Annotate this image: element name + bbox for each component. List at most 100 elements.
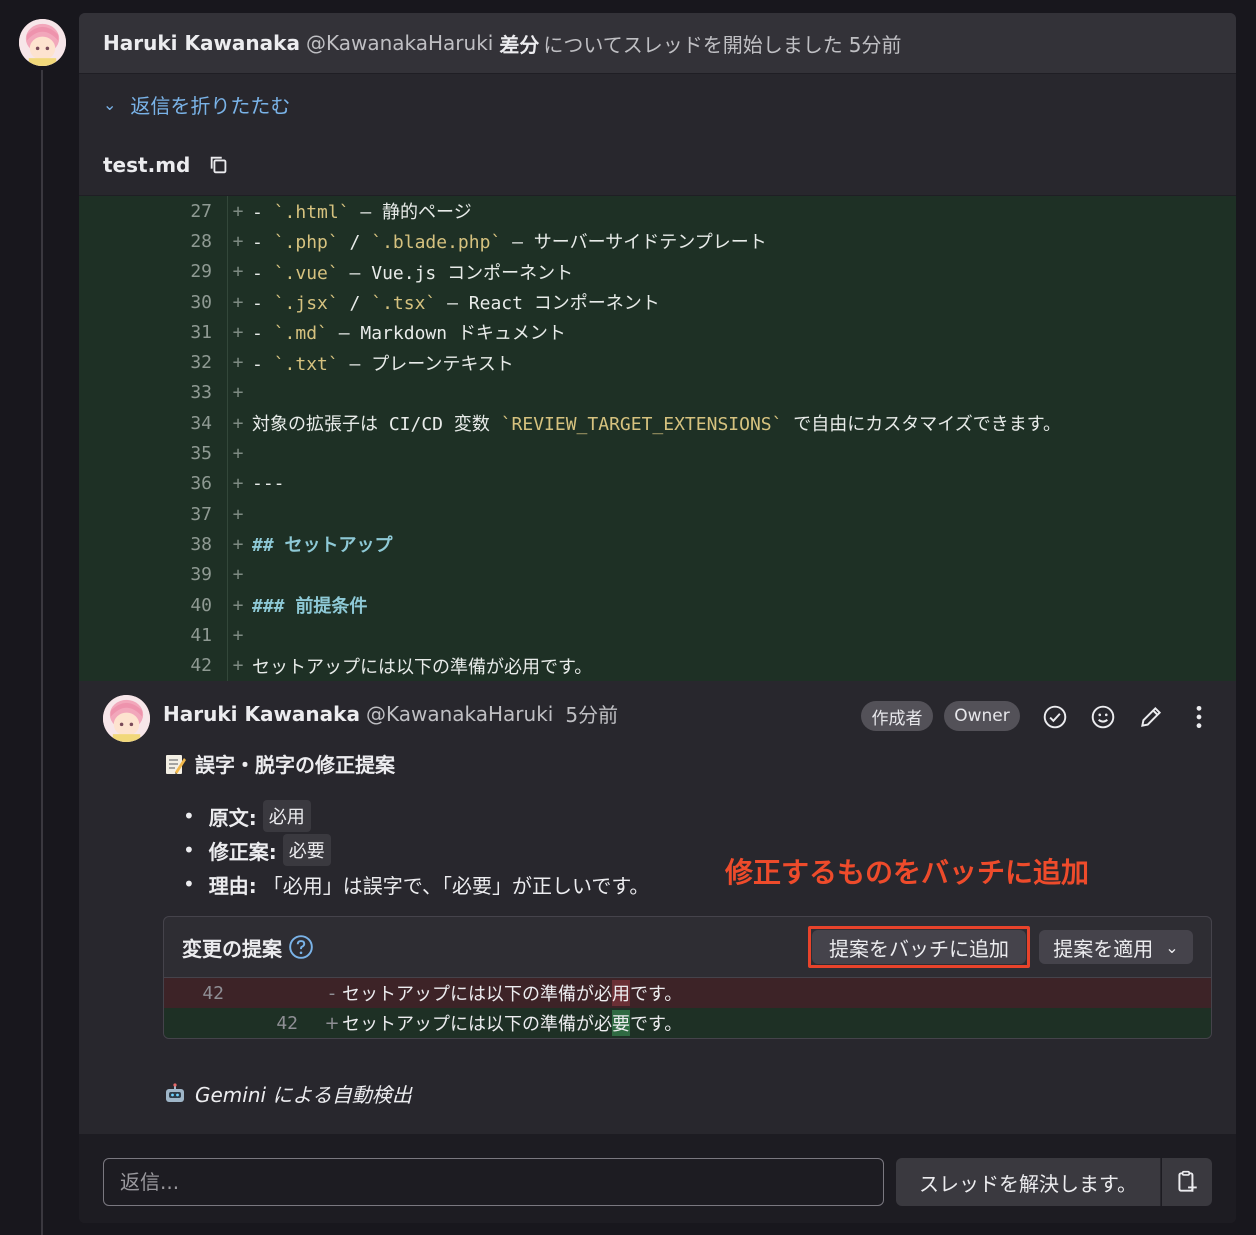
file-header: test.md bbox=[79, 134, 1236, 196]
reply-input[interactable] bbox=[103, 1158, 884, 1206]
diff-view: 27 + - `.html` — 静的ページ 28 + - `.php` / `.blad… bbox=[79, 196, 1236, 681]
comment-author-handle[interactable]: @KawanakaHaruki bbox=[366, 702, 553, 726]
avatar[interactable] bbox=[19, 19, 66, 66]
diff-line: 37 + bbox=[79, 499, 1236, 529]
more-actions-button[interactable] bbox=[1185, 703, 1213, 731]
added-text-changed: 要 bbox=[612, 1010, 630, 1036]
timeline-line bbox=[41, 70, 43, 1235]
suggested-text-code: 必要 bbox=[282, 834, 331, 866]
comment-details-list: 原文: 必用 修正案: 必要 理由: 「必用」は誤字で、「必要」が正しいです。 bbox=[183, 799, 649, 901]
clipboard-add-icon bbox=[1178, 1170, 1197, 1192]
diff-line-text: 対象の拡張子は CI/CD 変数 `REVIEW_TARGET_EXTENSIO… bbox=[252, 414, 1061, 436]
diff-line: 41 + bbox=[79, 620, 1236, 650]
list-item: 理由: 「必用」は誤字で、「必要」が正しいです。 bbox=[183, 867, 650, 901]
diff-line-text: - `.html` — 静的ページ bbox=[252, 202, 472, 224]
thread-author-handle[interactable]: @KawanakaHaruki bbox=[306, 31, 493, 55]
diff-line: 33 + bbox=[79, 378, 1236, 408]
diff-line-text: --- bbox=[252, 473, 285, 495]
thread-action-text: についてスレッドを開始しました bbox=[543, 32, 843, 57]
diff-line: 29 + - `.vue` — Vue.js コンポーネント bbox=[79, 257, 1236, 287]
comment-title-text: 誤字・脱字の修正提案 bbox=[195, 753, 395, 777]
diff-line-text: - `.md` — Markdown ドキュメント bbox=[252, 323, 566, 345]
added-text-after: です。 bbox=[630, 1014, 683, 1035]
thread-diff-link[interactable]: 差分 bbox=[499, 29, 539, 58]
reason-text: 「必用」は誤字で、「必要」が正しいです。 bbox=[262, 873, 650, 898]
diff-line-text: セットアップには以下の準備が必用です。 bbox=[252, 656, 593, 678]
diff-line-text: ### 前提条件 bbox=[252, 596, 368, 617]
list-item-key: 理由: bbox=[208, 873, 257, 898]
comment-header: Haruki Kawanaka @KawanakaHaruki 5分前 bbox=[163, 699, 630, 728]
annotation-label: 修正するものをバッチに追加 bbox=[725, 856, 1090, 889]
list-item: 修正案: 必要 bbox=[183, 833, 649, 867]
diff-line: 32 + - `.txt` — プレーンテキスト bbox=[79, 347, 1236, 377]
diff-line-text: - `.txt` — プレーンテキスト bbox=[252, 353, 514, 375]
removed-marker: - bbox=[328, 982, 336, 1004]
diff-line: 34 + 対象の拡張子は CI/CD 変数 `REVIEW_TARGET_EXTEN… bbox=[79, 408, 1236, 438]
diff-line: 42 + セットアップには以下の準備が必用です。 bbox=[79, 650, 1236, 680]
resolve-and-create-issue-button[interactable] bbox=[1162, 1158, 1212, 1206]
help-icon[interactable] bbox=[288, 934, 314, 960]
comment-title: 誤字・脱字の修正提案 bbox=[163, 749, 395, 778]
copy-icon[interactable] bbox=[208, 154, 230, 176]
robot-icon bbox=[166, 1082, 184, 1102]
auto-detect-note: Gemini による自動検出 bbox=[163, 1079, 412, 1108]
removed-text-before: セットアップには以下の準備が必 bbox=[342, 984, 612, 1005]
comment: Haruki Kawanaka @KawanakaHaruki 5分前 作成者 … bbox=[79, 681, 1236, 1133]
avatar-image bbox=[103, 695, 150, 742]
suggestion-removed-line: 42 - セットアップには以下の準備が必用です。 bbox=[164, 978, 1211, 1008]
auto-detect-text: Gemini による自動検出 bbox=[195, 1083, 412, 1107]
suggestion-box: 変更の提案 提案をバッチに追加 提案を適用 ⌄ 42 - セットアップには以下の… bbox=[163, 916, 1212, 1039]
apply-suggestion-button[interactable]: 提案を適用 ⌄ bbox=[1039, 930, 1193, 964]
comment-avatar[interactable] bbox=[103, 695, 150, 742]
removed-text-changed: 用 bbox=[612, 980, 630, 1006]
list-item: 原文: 必用 bbox=[183, 799, 649, 833]
discussion-thread: Haruki Kawanaka @KawanakaHaruki 差分 についてス… bbox=[79, 13, 1236, 1223]
avatar-image bbox=[19, 19, 66, 66]
edit-comment-button[interactable] bbox=[1137, 703, 1165, 731]
diff-line: 28 + - `.php` / `.blade.php` — サーバーサイドテンプレ… bbox=[79, 226, 1236, 256]
smiley-icon bbox=[1091, 705, 1115, 729]
owner-badge: Owner bbox=[944, 701, 1020, 731]
new-line-number: 42 bbox=[276, 1012, 298, 1034]
diff-line: 36 + --- bbox=[79, 469, 1236, 499]
kebab-menu-icon bbox=[1196, 705, 1202, 729]
resolve-thread-button[interactable]: スレッドを解決します。 bbox=[896, 1158, 1161, 1206]
diff-line: 30 + - `.jsx` / `.tsx` — React コンポーネント bbox=[79, 287, 1236, 317]
collapse-replies-label: 返信を折りたたむ bbox=[130, 93, 291, 118]
memo-icon bbox=[166, 754, 186, 775]
apply-suggestion-label: 提案を適用 bbox=[1053, 936, 1154, 961]
comment-time: 5分前 bbox=[565, 703, 619, 727]
added-marker: + bbox=[324, 1012, 340, 1034]
diff-lines: 27 + - `.html` — 静的ページ 28 + - `.php` / `.blad… bbox=[79, 196, 1236, 681]
author-badge: 作成者 bbox=[861, 701, 933, 731]
list-item-key: 修正案: bbox=[208, 839, 277, 864]
old-line-number: 42 bbox=[202, 982, 224, 1004]
diff-line: 35 + bbox=[79, 438, 1236, 468]
thread-time: 5分前 bbox=[848, 32, 902, 57]
diff-line: 31 + - `.md` — Markdown ドキュメント bbox=[79, 317, 1236, 347]
removed-text-after: です。 bbox=[630, 984, 683, 1005]
thread-author-name[interactable]: Haruki Kawanaka bbox=[103, 31, 300, 55]
diff-line-text: ## セットアップ bbox=[252, 535, 393, 557]
diff-line-text: - `.php` / `.blade.php` — サーバーサイドテンプレート bbox=[252, 232, 767, 254]
annotation-highlight-box bbox=[808, 926, 1030, 968]
check-circle-icon bbox=[1043, 705, 1067, 729]
pencil-icon bbox=[1141, 706, 1162, 727]
chevron-down-icon: ⌄ bbox=[1165, 937, 1179, 957]
diff-line: 27 + - `.html` — 静的ページ bbox=[79, 196, 1236, 226]
diff-line: 38 + ## セットアップ bbox=[79, 529, 1236, 559]
thread-header: Haruki Kawanaka @KawanakaHaruki 差分 についてス… bbox=[79, 13, 1236, 74]
suggestion-added-line: 42 + セットアップには以下の準備が必要です。 bbox=[164, 1008, 1211, 1038]
list-item-key: 原文: bbox=[208, 805, 257, 830]
diff-line-text: - `.jsx` / `.tsx` — React コンポーネント bbox=[252, 293, 660, 315]
reply-bar: スレッドを解決します。 bbox=[79, 1134, 1236, 1223]
diff-line: 40 + ### 前提条件 bbox=[79, 590, 1236, 620]
diff-line: 39 + bbox=[79, 560, 1236, 590]
resolve-thread-button[interactable] bbox=[1041, 703, 1069, 731]
original-text-code: 必用 bbox=[262, 800, 311, 832]
add-reaction-button[interactable] bbox=[1089, 703, 1117, 731]
chevron-down-icon: ⌄ bbox=[103, 94, 117, 114]
collapse-replies-button[interactable]: ⌄ 返信を折りたたむ bbox=[79, 74, 1236, 134]
comment-author-name[interactable]: Haruki Kawanaka bbox=[163, 702, 360, 726]
diff-line-text: - `.vue` — Vue.js コンポーネント bbox=[252, 262, 574, 284]
